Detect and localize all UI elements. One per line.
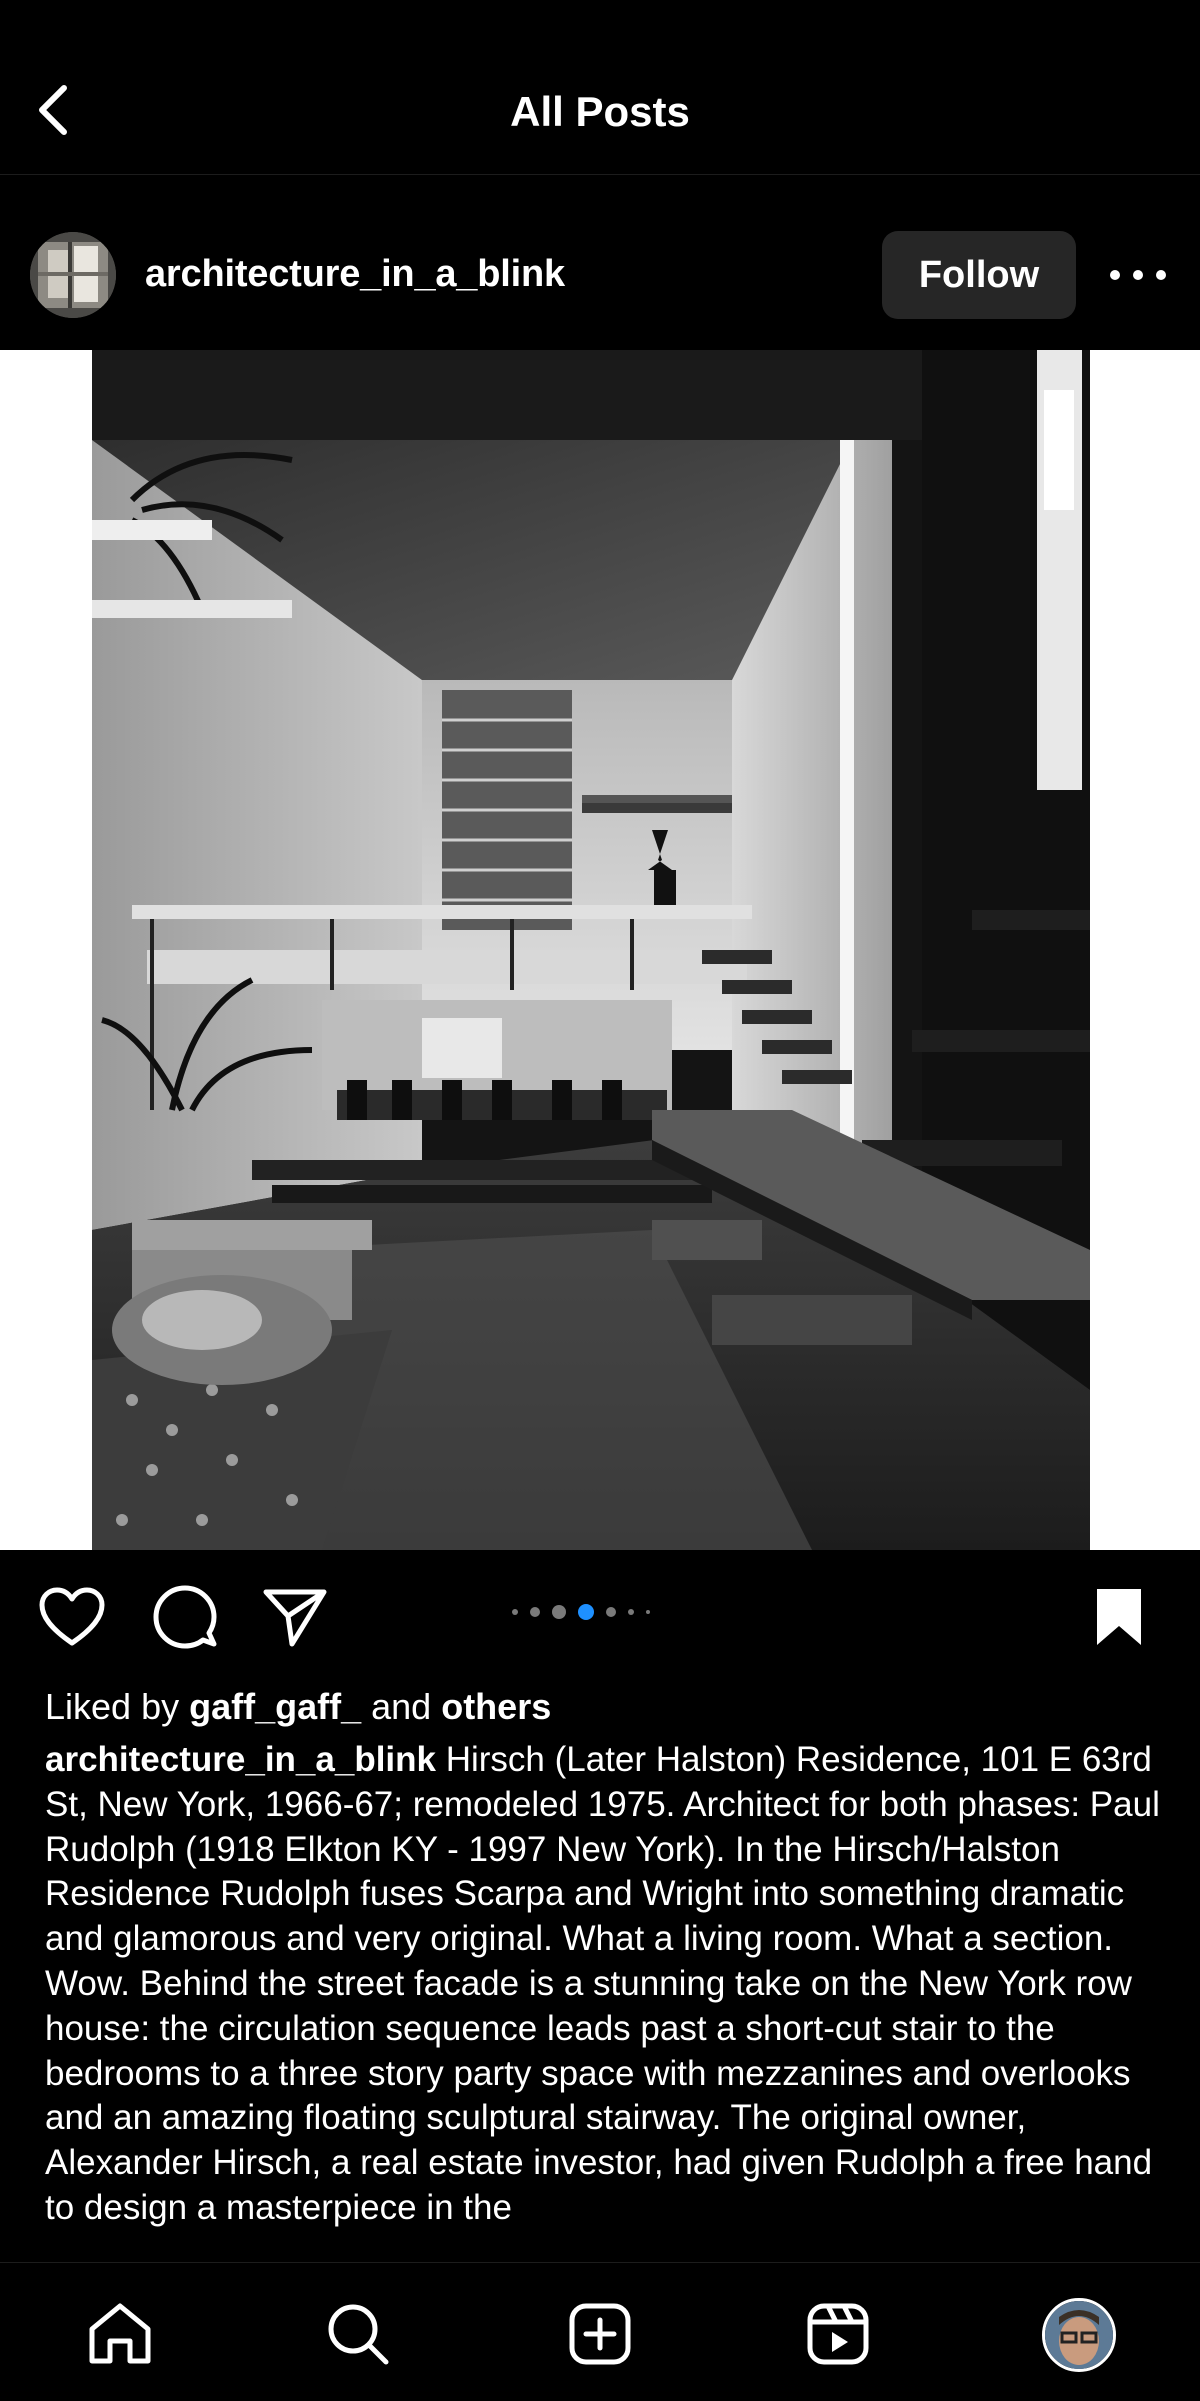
carousel-dot (552, 1605, 566, 1619)
carousel-dot (530, 1607, 540, 1617)
carousel-dot (512, 1609, 518, 1615)
follow-button[interactable]: Follow (882, 231, 1076, 319)
post-username[interactable]: architecture_in_a_blink (145, 250, 565, 298)
reels-icon[interactable] (806, 2302, 870, 2371)
post-photo[interactable] (92, 350, 1090, 1550)
page-title: All Posts (510, 88, 690, 135)
liked-by-user[interactable]: gaff_gaff_ (189, 1686, 361, 1727)
liked-by-middle: and (361, 1686, 442, 1727)
carousel-dot (606, 1607, 616, 1617)
new-post-icon[interactable] (568, 2302, 632, 2371)
caption-text: Hirsch (Later Halston) Residence, 101 E … (45, 1740, 1160, 2227)
post-caption[interactable]: architecture_in_a_blink Hirsch (Later Ha… (45, 1738, 1165, 2262)
heart-icon[interactable] (38, 1586, 106, 1653)
carousel-dot (646, 1610, 650, 1614)
profile-avatar[interactable] (1042, 2298, 1116, 2372)
liked-by-text[interactable]: Liked by gaff_gaff_ and others (45, 1683, 551, 1731)
liked-by-others[interactable]: others (441, 1686, 551, 1727)
share-icon[interactable] (262, 1586, 328, 1653)
account-avatar[interactable] (30, 232, 116, 318)
caption-username[interactable]: architecture_in_a_blink (45, 1740, 436, 1779)
more-horizontal-icon[interactable] (1110, 258, 1166, 292)
home-icon[interactable] (86, 2301, 154, 2370)
comment-icon[interactable] (152, 1584, 218, 1655)
carousel-indicator (512, 1604, 650, 1620)
liked-by-prefix: Liked by (45, 1686, 190, 1727)
search-icon[interactable] (326, 2302, 390, 2371)
carousel-dot (578, 1604, 594, 1620)
carousel-dot (628, 1609, 634, 1615)
bookmark-icon[interactable] (1094, 1586, 1144, 1653)
